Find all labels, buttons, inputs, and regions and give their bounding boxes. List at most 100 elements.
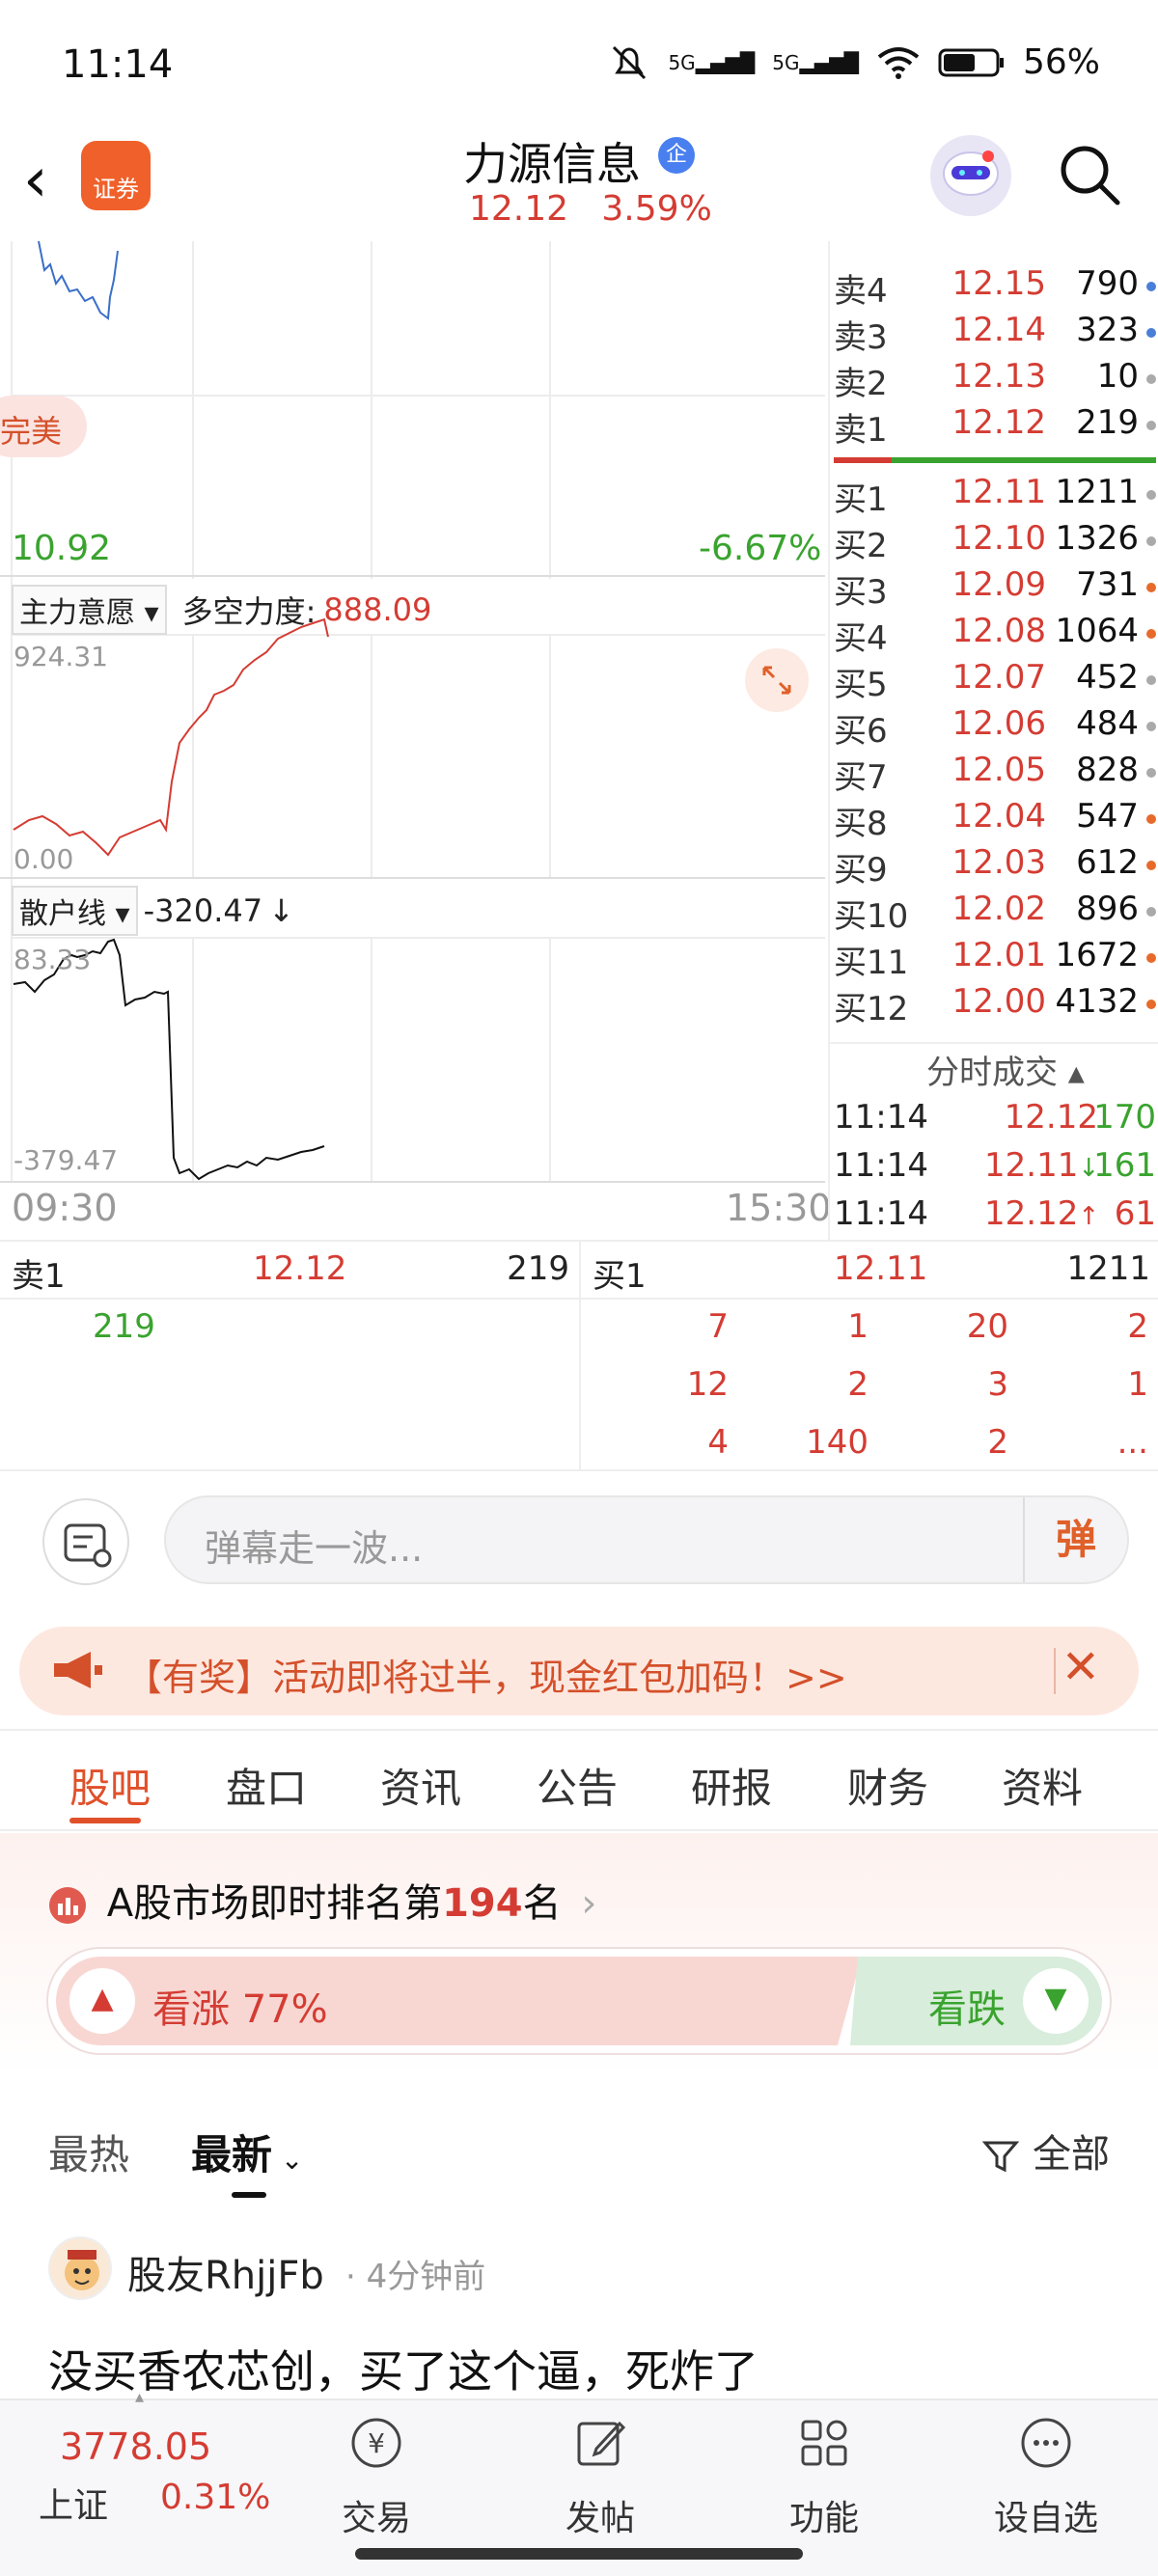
bid-row[interactable]: 买2 12.10 1326: [830, 519, 1158, 565]
bid-row[interactable]: 买10 12.02 896: [830, 890, 1158, 936]
trade-time: 11:14: [834, 1194, 928, 1233]
stock-name[interactable]: 力源信息: [463, 129, 641, 193]
indicator2-bottom: -379.47: [14, 1144, 119, 1176]
bid-row[interactable]: 买11 12.01 1672: [830, 936, 1158, 982]
order-dot-icon: [1146, 328, 1156, 338]
post-username[interactable]: 股友RhjjFb: [127, 2244, 324, 2300]
home-indicator[interactable]: [355, 2548, 803, 2560]
bid-row[interactable]: 买8 12.04 547: [830, 797, 1158, 843]
bid-row[interactable]: 买12 12.00 4132: [830, 982, 1158, 1028]
bid-volume: 1064: [1055, 612, 1139, 650]
megaphone-icon: [54, 1652, 102, 1688]
feed-tab-hot[interactable]: 最热: [48, 2123, 129, 2181]
ask-level-label: 卖4: [834, 272, 888, 311]
market-rank[interactable]: A股市场即时排名第194名 ›: [48, 1872, 596, 1928]
feed-tab-new[interactable]: 最新 ⌄: [191, 2123, 303, 2181]
filter-icon: [982, 2141, 1020, 2173]
bullish-segment[interactable]: ▲ 看涨 77%: [56, 1957, 862, 2045]
ask-row[interactable]: 卖1 12.12 219: [830, 403, 1158, 450]
avatar[interactable]: [48, 2236, 112, 2300]
tab-profile[interactable]: 资料: [1002, 1756, 1083, 1815]
order-dot-icon: [1146, 282, 1156, 291]
sell-queue-order: 219: [93, 1307, 155, 1346]
ask-row[interactable]: 卖3 12.14 323: [830, 311, 1158, 357]
buy-queue-order: 1: [1127, 1365, 1148, 1404]
trades-title[interactable]: 分时成交 ▴: [926, 1046, 1085, 1093]
nav-watchlist[interactable]: 设自选: [969, 2414, 1123, 2540]
app-logo[interactable]: 证券: [81, 141, 151, 210]
close-icon[interactable]: ✕: [1062, 1640, 1100, 1694]
intraday-chart-area[interactable]: 完美 10.92 -6.67% 主力意愿 ▾ 多空力度: 888.09 924.…: [0, 241, 832, 1240]
tab-pankou[interactable]: 盘口: [226, 1756, 307, 1815]
more-icon: [1021, 2418, 1071, 2468]
bearish-label: 看跌: [928, 1987, 1006, 2032]
bid-price: 12.09: [951, 565, 1046, 604]
order-dot-icon: [1146, 583, 1156, 592]
battery-level: 56%: [1022, 42, 1100, 82]
post-content[interactable]: 没买香农芯创，买了这个逼，死炸了: [48, 2337, 758, 2400]
tab-news[interactable]: 资讯: [380, 1756, 461, 1815]
bearish-segment[interactable]: 看跌 ▼: [850, 1957, 1102, 2045]
indicator2-selector[interactable]: 散户线 ▾: [12, 886, 138, 936]
indicator1-top: 924.31: [14, 641, 108, 672]
indicator1-selector[interactable]: 主力意愿 ▾: [12, 585, 167, 635]
bid-price: 12.11: [951, 473, 1046, 511]
bid-row[interactable]: 买4 12.08 1064: [830, 612, 1158, 658]
nav-functions[interactable]: 功能: [747, 2414, 901, 2540]
bid-price: 12.00: [951, 982, 1046, 1021]
tab-research[interactable]: 研报: [691, 1756, 772, 1815]
ask-level-label: 卖2: [834, 365, 888, 403]
ask-price: 12.14: [951, 311, 1046, 349]
bid-price: 12.01: [951, 936, 1046, 974]
ask-row[interactable]: 卖2 12.13 10: [830, 357, 1158, 403]
bid-row[interactable]: 买3 12.09 731: [830, 565, 1158, 612]
trade-price: 12.12↑: [984, 1194, 1100, 1233]
back-icon[interactable]: ‹: [23, 145, 48, 216]
order-book[interactable]: 卖4 12.15 790 卖3 12.14 323 卖2 12.13 10 卖1 12.12 219 …: [828, 241, 1158, 1240]
order-dot-icon: [1146, 953, 1156, 963]
ask-price: 12.12: [951, 403, 1046, 442]
bid-row[interactable]: 买9 12.03 612: [830, 843, 1158, 890]
bid-row[interactable]: 买1 12.11 1211: [830, 473, 1158, 519]
danmu-input[interactable]: 弹幕走一波... 弹: [164, 1495, 1129, 1584]
nav-post[interactable]: 发帖: [523, 2414, 677, 2540]
bid-row[interactable]: 买6 12.06 484: [830, 704, 1158, 751]
ask-level-label: 卖3: [834, 318, 888, 357]
feed-filter[interactable]: 全部: [981, 2123, 1110, 2179]
edit-icon: [577, 2421, 626, 2466]
bid-price: 12.08: [951, 612, 1046, 650]
bid-volume: 1326: [1055, 519, 1139, 558]
grid-icon: [801, 2420, 847, 2466]
sentiment-bar: ▲ 看涨 77% 看跌 ▼: [46, 1947, 1112, 2055]
mute-icon: [613, 45, 647, 79]
time-end: 15:30: [726, 1187, 832, 1229]
queue-sell-header: 卖1 12.12 219: [0, 1242, 579, 1300]
tab-finance[interactable]: 财务: [847, 1756, 928, 1815]
danmu-settings-icon[interactable]: [42, 1498, 129, 1585]
ask-row[interactable]: 卖4 12.15 790: [830, 264, 1158, 311]
bid-row[interactable]: 买5 12.07 452: [830, 658, 1158, 704]
trade-price: 12.12: [1004, 1098, 1098, 1137]
expand-icon[interactable]: [745, 648, 809, 712]
indicator2-line: [13, 938, 325, 1181]
bid-row[interactable]: 买7 12.05 828: [830, 751, 1158, 797]
bid-volume: 1672: [1055, 936, 1139, 974]
bid-price: 12.02: [951, 890, 1046, 928]
index-name[interactable]: 上证: [39, 2478, 108, 2528]
ask-volume: 790: [1076, 264, 1139, 303]
buy-queue-order: 2: [847, 1365, 868, 1404]
trade-icon: ¥: [351, 2418, 401, 2468]
buy-queue-order: 2: [1127, 1307, 1148, 1346]
search-icon[interactable]: [1056, 141, 1123, 208]
index-value[interactable]: 3778.05: [60, 2425, 211, 2468]
nav-trade[interactable]: ¥ 交易: [299, 2414, 454, 2540]
bullish-label: 看涨 77%: [152, 1987, 328, 2032]
assistant-robot-icon[interactable]: [930, 135, 1011, 216]
danmu-send-button[interactable]: 弹: [1023, 1497, 1127, 1582]
buy-queue-order: 140: [806, 1423, 868, 1462]
index-pct[interactable]: 0.31%: [160, 2478, 270, 2517]
tab-guba[interactable]: 股吧: [69, 1756, 151, 1815]
tab-announcements[interactable]: 公告: [537, 1756, 618, 1815]
promo-banner[interactable]: 【有奖】活动即将过半，现金红包加码！>> ✕: [19, 1627, 1139, 1715]
indicator1-bottom: 0.00: [14, 843, 74, 875]
